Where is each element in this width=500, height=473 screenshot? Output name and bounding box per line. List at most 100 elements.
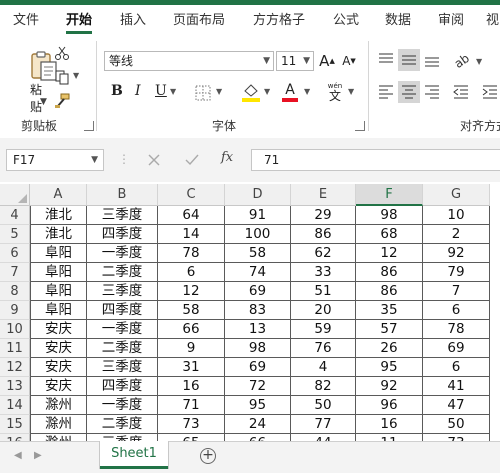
cell-d11[interactable]: 98 [225, 339, 291, 358]
font-color-dropdown-icon[interactable]: ▼ [304, 87, 310, 96]
row-header[interactable]: 8 [0, 282, 30, 301]
cell-b6[interactable]: 一季度 [87, 244, 158, 263]
cell-f12[interactable]: 95 [356, 358, 423, 377]
column-header-d[interactable]: D [225, 184, 291, 206]
cell-g7[interactable]: 79 [423, 263, 490, 282]
cell-e14[interactable]: 50 [291, 396, 356, 415]
clipboard-launcher-icon[interactable] [84, 121, 94, 131]
cell-e13[interactable]: 82 [291, 377, 356, 396]
cell-a6[interactable]: 阜阳 [30, 244, 87, 263]
cell-g8[interactable]: 7 [423, 282, 490, 301]
cell-f15[interactable]: 16 [356, 415, 423, 434]
cell-d5[interactable]: 100 [225, 225, 291, 244]
add-sheet-icon[interactable]: + [200, 448, 216, 464]
align-right-icon[interactable] [424, 84, 440, 100]
font-color-icon[interactable]: A [281, 81, 299, 103]
cell-d7[interactable]: 74 [225, 263, 291, 282]
increase-indent-icon[interactable] [482, 84, 498, 100]
tab-file[interactable]: 文件 [13, 5, 39, 37]
tab-page-layout[interactable]: 页面布局 [173, 5, 225, 37]
cell-e15[interactable]: 77 [291, 415, 356, 434]
borders-dropdown-icon[interactable]: ▼ [216, 87, 222, 96]
cell-d10[interactable]: 13 [225, 320, 291, 339]
cell-c6[interactable]: 78 [158, 244, 225, 263]
cell-g15[interactable]: 50 [423, 415, 490, 434]
copy-icon[interactable] [54, 69, 70, 85]
align-center-icon[interactable] [401, 84, 417, 100]
row-header[interactable]: 14 [0, 396, 30, 415]
cell-a12[interactable]: 安庆 [30, 358, 87, 377]
format-painter-icon[interactable] [54, 93, 70, 109]
cell-e8[interactable]: 51 [291, 282, 356, 301]
column-header-g[interactable]: G [423, 184, 490, 206]
fill-color-icon[interactable] [241, 81, 261, 103]
cell-d6[interactable]: 58 [225, 244, 291, 263]
italic-icon[interactable]: I [135, 83, 141, 99]
decrease-font-icon[interactable]: A ▼ [340, 51, 358, 71]
cell-e7[interactable]: 33 [291, 263, 356, 282]
cell-e16[interactable]: 44 [291, 434, 356, 441]
cell-g16[interactable]: 73 [423, 434, 490, 441]
cell-c10[interactable]: 66 [158, 320, 225, 339]
cell-b8[interactable]: 三季度 [87, 282, 158, 301]
cell-e5[interactable]: 86 [291, 225, 356, 244]
cell-d13[interactable]: 72 [225, 377, 291, 396]
cell-b10[interactable]: 一季度 [87, 320, 158, 339]
cell-b15[interactable]: 二季度 [87, 415, 158, 434]
cell-b5[interactable]: 四季度 [87, 225, 158, 244]
select-all-button[interactable] [0, 184, 30, 206]
cell-g13[interactable]: 41 [423, 377, 490, 396]
phonetic-dropdown-icon[interactable]: ▼ [348, 87, 354, 96]
cell-f8[interactable]: 86 [356, 282, 423, 301]
row-header[interactable]: 13 [0, 377, 30, 396]
copy-dropdown-icon[interactable]: ▼ [73, 71, 79, 80]
underline-dropdown-icon[interactable]: ▼ [170, 87, 176, 96]
cell-c4[interactable]: 64 [158, 206, 225, 225]
insert-function-icon[interactable]: fx [221, 150, 233, 165]
cell-c16[interactable]: 65 [158, 434, 225, 441]
cell-a4[interactable]: 淮北 [30, 206, 87, 225]
cell-a13[interactable]: 安庆 [30, 377, 87, 396]
cell-f16[interactable]: 11 [356, 434, 423, 441]
cell-c14[interactable]: 71 [158, 396, 225, 415]
cell-c5[interactable]: 14 [158, 225, 225, 244]
cell-f9[interactable]: 35 [356, 301, 423, 320]
cell-e12[interactable]: 4 [291, 358, 356, 377]
cell-f5[interactable]: 68 [356, 225, 423, 244]
tab-data[interactable]: 数据 [385, 5, 411, 37]
cell-a10[interactable]: 安庆 [30, 320, 87, 339]
cell-a5[interactable]: 淮北 [30, 225, 87, 244]
cell-c8[interactable]: 12 [158, 282, 225, 301]
cell-g10[interactable]: 78 [423, 320, 490, 339]
row-header[interactable]: 10 [0, 320, 30, 339]
cell-g4[interactable]: 10 [423, 206, 490, 225]
cell-d14[interactable]: 95 [225, 396, 291, 415]
tab-formulas[interactable]: 公式 [333, 5, 359, 37]
orientation-icon[interactable]: ab [452, 51, 472, 69]
cell-b12[interactable]: 三季度 [87, 358, 158, 377]
cell-g9[interactable]: 6 [423, 301, 490, 320]
font-launcher-icon[interactable] [355, 121, 365, 131]
enter-check-icon[interactable] [185, 154, 199, 166]
cell-d9[interactable]: 83 [225, 301, 291, 320]
fill-color-dropdown-icon[interactable]: ▼ [264, 87, 270, 96]
align-left-icon[interactable] [378, 84, 394, 100]
underline-icon[interactable]: U [155, 83, 167, 99]
cell-d8[interactable]: 69 [225, 282, 291, 301]
align-bottom-icon[interactable] [424, 52, 440, 68]
cell-f10[interactable]: 57 [356, 320, 423, 339]
cell-f11[interactable]: 26 [356, 339, 423, 358]
cell-d15[interactable]: 24 [225, 415, 291, 434]
row-header[interactable]: 4 [0, 206, 30, 225]
align-middle-icon[interactable] [401, 52, 417, 68]
cell-a7[interactable]: 阜阳 [30, 263, 87, 282]
decrease-indent-icon[interactable] [453, 84, 469, 100]
cell-b9[interactable]: 四季度 [87, 301, 158, 320]
sheet-prev-icon[interactable]: ◀ [14, 450, 22, 461]
formula-input[interactable]: 71 [251, 149, 500, 171]
sheet-next-icon[interactable]: ▶ [34, 450, 42, 461]
cell-a16[interactable]: 滁州 [30, 434, 87, 441]
cell-g14[interactable]: 47 [423, 396, 490, 415]
cell-c11[interactable]: 9 [158, 339, 225, 358]
cell-b4[interactable]: 三季度 [87, 206, 158, 225]
